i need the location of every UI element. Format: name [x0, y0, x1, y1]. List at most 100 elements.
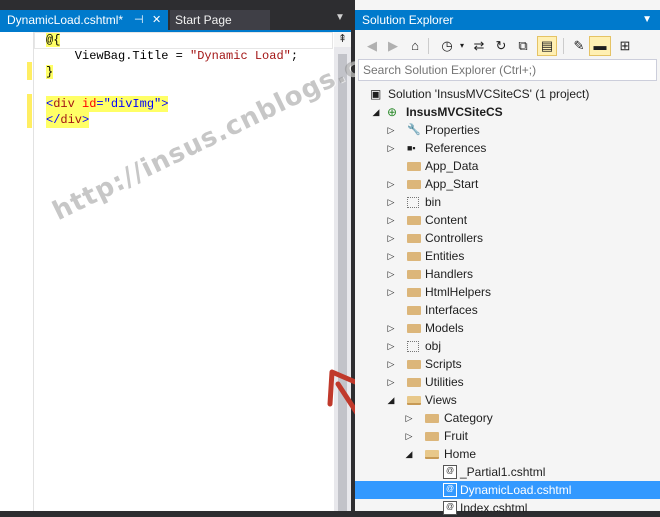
code-editor: DynamicLoad.cshtml* ⊣ ✕ Start Page ▼ @{ … [0, 0, 408, 511]
expand-arrow-icon[interactable]: ▷ [386, 283, 396, 301]
tree-item-label: HtmlHelpers [425, 285, 492, 299]
tree-item[interactable]: ▷ Category [355, 409, 660, 427]
chevron-down-icon[interactable]: ▼ [642, 10, 652, 30]
close-icon[interactable]: ✕ [152, 10, 161, 30]
folder-icon [407, 378, 421, 387]
expand-arrow-icon[interactable]: ▷ [404, 427, 414, 445]
toolbar-separator [563, 38, 564, 54]
cshtml-file-icon: @ [443, 501, 457, 515]
code-line: } [46, 64, 54, 80]
tree-item-label: Home [444, 447, 477, 461]
tree-item-label: _Partial1.cshtml [460, 465, 546, 479]
tree-item[interactable]: ▷ Utilities [355, 373, 660, 391]
pin-icon[interactable]: ⊣ [134, 10, 144, 30]
expand-arrow-icon[interactable]: ▷ [386, 247, 396, 265]
tree-item[interactable]: ▷ App_Start [355, 175, 660, 193]
chevron-down-icon[interactable]: ▾ [454, 38, 470, 54]
code-line: </div> [46, 112, 90, 128]
tree-item[interactable]: ▷ ■▪ References [355, 139, 660, 157]
tree-item[interactable]: @ DynamicLoad.cshtml [355, 481, 660, 499]
solution-explorer-search[interactable] [358, 59, 657, 81]
folder-icon [407, 216, 421, 225]
tree-item[interactable]: ▷ Controllers [355, 229, 660, 247]
tree-item-label: Views [425, 393, 457, 407]
properties-icon[interactable]: ✎ [571, 38, 587, 54]
tree-item-label: Interfaces [425, 303, 478, 317]
tree-item[interactable]: @ Index.cshtml [355, 499, 660, 517]
history-icon[interactable]: ◷ [439, 38, 455, 54]
collapse-arrow-icon[interactable]: ◢ [404, 445, 414, 463]
expand-arrow-icon[interactable]: ▷ [386, 229, 396, 247]
cshtml-file-icon: @ [443, 483, 457, 497]
back-icon[interactable]: ◀ [364, 38, 380, 54]
code-line: ViewBag.Title = "Dynamic Load"; [46, 48, 298, 64]
tab-label: DynamicLoad.cshtml* [7, 13, 124, 27]
tree-item[interactable]: Interfaces [355, 301, 660, 319]
wrench-icon: 🔧 [407, 124, 421, 136]
code-token: ViewBag.Title = [46, 49, 191, 63]
tree-item[interactable]: ▷ Models [355, 319, 660, 337]
expand-arrow-icon[interactable]: ▷ [386, 139, 396, 157]
forward-icon[interactable]: ▶ [385, 38, 401, 54]
tree-item-label: App_Start [425, 177, 479, 191]
code-token: div [53, 97, 75, 111]
collapse-arrow-icon[interactable]: ◢ [386, 391, 396, 409]
tab-dynamicload-cshtml[interactable]: DynamicLoad.cshtml* ⊣ ✕ [0, 10, 168, 30]
solution-explorer-toolbar: ◀ ▶ ⌂ ◷ ▾ ⇄ ↻ ⧉ ▤ ✎ ▬ ⊞ [355, 32, 660, 59]
search-input[interactable] [363, 62, 643, 78]
expand-arrow-icon[interactable]: ▷ [386, 337, 396, 355]
collapse-all-icon[interactable]: ⧉ [515, 38, 531, 54]
change-indicator [27, 62, 32, 80]
tree-item[interactable]: ◢ ⊕ InsusMVCSiteCS [355, 103, 660, 121]
tree-item[interactable]: ▷ Scripts [355, 355, 660, 373]
tree-item[interactable]: ◢ Views [355, 391, 660, 409]
expand-arrow-icon[interactable]: ▷ [386, 121, 396, 139]
tree-item-label: Fruit [444, 429, 468, 443]
solution-icon: ▣ [370, 87, 382, 101]
tree-item[interactable]: ◢ Home [355, 445, 660, 463]
tree-item[interactable]: ▷ bin [355, 193, 660, 211]
code-token: > [82, 113, 90, 127]
expand-arrow-icon[interactable]: ▷ [386, 355, 396, 373]
split-window-icon[interactable]: ⇞ [334, 32, 351, 47]
tree-item[interactable]: ▷ 🔧 Properties [355, 121, 660, 139]
collapse-arrow-icon[interactable]: ◢ [371, 103, 381, 121]
tree-item[interactable]: App_Data [355, 157, 660, 175]
tree-item[interactable]: ▷ Content [355, 211, 660, 229]
tree-item-label: Scripts [425, 357, 462, 371]
refresh-icon[interactable]: ↻ [493, 38, 509, 54]
code-line: @{ [46, 32, 61, 48]
folder-icon [407, 288, 421, 297]
current-line-highlight [34, 32, 333, 49]
tree-item[interactable]: ▷ Entities [355, 247, 660, 265]
tree-item[interactable]: ▷ HtmlHelpers [355, 283, 660, 301]
tab-overflow-icon[interactable]: ▼ [335, 12, 345, 23]
tree-item-label: bin [425, 195, 442, 209]
tab-start-page[interactable]: Start Page [170, 10, 270, 30]
preview-icon[interactable]: ▬ [589, 36, 611, 56]
code-token: id [82, 97, 97, 111]
home-icon[interactable]: ⌂ [407, 38, 423, 54]
expand-arrow-icon[interactable]: ▷ [386, 175, 396, 193]
show-all-files-icon[interactable]: ▤ [537, 36, 557, 56]
editor-margin [0, 32, 34, 511]
expand-arrow-icon[interactable]: ▷ [386, 211, 396, 229]
tree-item[interactable]: ▣ Solution 'InsusMVCSiteCS' (1 project) [355, 85, 660, 103]
tree-item[interactable]: @ _Partial1.cshtml [355, 463, 660, 481]
code-token: @{ [46, 33, 61, 47]
folder-icon [407, 234, 421, 243]
tree-item-label: Entities [425, 249, 465, 263]
tree-item[interactable]: ▷ Handlers [355, 265, 660, 283]
expand-arrow-icon[interactable]: ▷ [386, 319, 396, 337]
tab-label: Start Page [175, 13, 232, 27]
tree-item[interactable]: ▷ Fruit [355, 427, 660, 445]
tree-item[interactable]: ▷ obj [355, 337, 660, 355]
expand-arrow-icon[interactable]: ▷ [404, 409, 414, 427]
sync-icon[interactable]: ⇄ [471, 38, 487, 54]
expand-arrow-icon[interactable]: ▷ [386, 265, 396, 283]
class-view-icon[interactable]: ⊞ [617, 38, 633, 54]
tree-item-label: Solution 'InsusMVCSiteCS' (1 project) [388, 87, 590, 101]
expand-arrow-icon[interactable]: ▷ [386, 373, 396, 391]
expand-arrow-icon[interactable]: ▷ [386, 193, 396, 211]
